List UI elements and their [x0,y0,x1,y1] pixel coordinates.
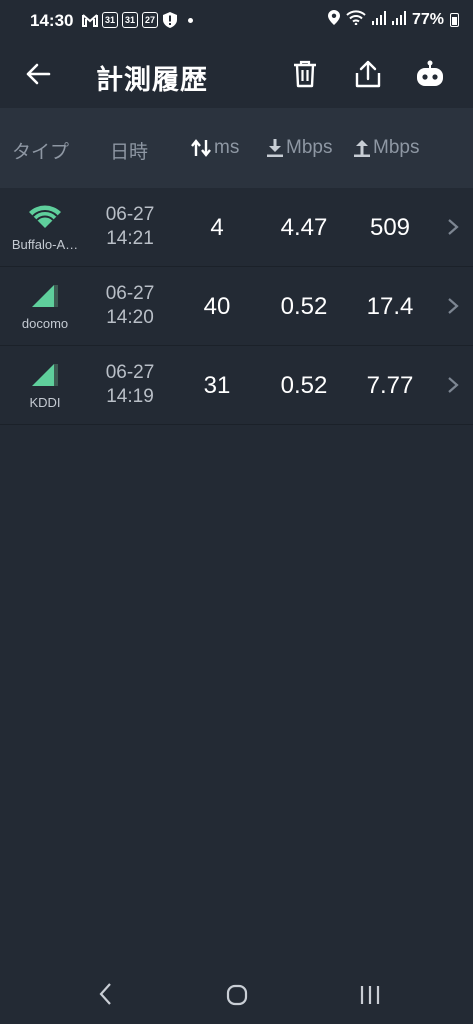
alert-shield-icon [162,12,178,28]
header-upload[interactable]: Mbps [353,137,419,159]
network-name: KDDI [29,395,61,410]
trash-icon [294,60,316,88]
measure-time: 14:20 [106,307,154,328]
battery-percent: 77% [411,11,444,28]
ping-value: 31 [203,372,231,399]
calendar-31-icon: 31 [102,12,118,28]
cellular-signal-icon [32,364,58,386]
history-row[interactable]: docomo 06-27 14:20 40 0.52 17.4 [0,267,473,346]
assistant-button[interactable] [412,56,448,92]
download-icon [267,139,283,157]
ping-value: 40 [203,293,231,320]
header-upload-label: Mbps [373,137,420,158]
calendar-31-icon: 31 [122,12,138,28]
app-bar: 計測履歴 [0,44,473,108]
upload-value: 7.77 [366,372,414,399]
measure-date: 06-27 [105,283,155,304]
wifi-status-icon [346,10,366,30]
system-nav-bar [0,964,473,1024]
signal-1-icon [371,10,386,30]
location-icon [327,10,340,30]
measure-time: 14:21 [106,228,154,249]
screen: 14:30 31 31 27 77% 計測履歴 タイプ 日時 ms Mbps M… [0,0,473,1024]
status-time: 14:30 [30,11,74,30]
nav-recents-button[interactable] [358,984,382,1006]
header-ping[interactable]: ms [190,137,239,159]
nav-home-button[interactable] [226,984,248,1006]
header-datetime-label: 日時 [110,142,149,163]
header-type[interactable]: タイプ [12,137,69,164]
ping-value: 4 [210,214,224,241]
history-row[interactable]: KDDI 06-27 14:19 31 0.52 7.77 [0,346,473,425]
download-value: 4.47 [280,214,328,241]
download-value: 0.52 [280,372,328,399]
chevron-right-icon [448,377,459,393]
network-name: docomo [21,316,69,331]
robot-icon [417,60,443,86]
table-header: タイプ 日時 ms Mbps Mbps [0,108,473,188]
page-title: 計測履歴 [96,65,208,95]
nav-back-button[interactable] [96,982,116,1006]
measure-date: 06-27 [105,362,155,383]
upload-value: 17.4 [366,293,414,320]
wifi-icon [29,205,61,228]
calendar-27-icon: 27 [142,12,158,28]
gmail-icon [82,12,98,28]
header-ping-label: ms [214,137,240,158]
upload-icon [354,140,370,157]
upload-value: 509 [369,214,411,241]
arrow-left-icon [26,63,51,85]
system-icons: 77% [327,10,459,30]
signal-2-icon [391,10,406,30]
header-download-label: Mbps [286,137,333,158]
notification-icons: 31 31 27 [82,12,193,28]
battery-icon [450,13,459,27]
header-download[interactable]: Mbps [266,137,332,159]
header-datetime[interactable]: 日時 [110,137,148,164]
measure-date: 06-27 [105,204,155,225]
header-type-label: タイプ [12,142,70,163]
back-button[interactable] [22,58,54,90]
measure-time: 14:19 [106,386,154,407]
status-bar: 14:30 31 31 27 77% [0,0,473,44]
history-list: Buffalo-A… 06-27 14:21 4 4.47 509 docomo… [0,188,473,425]
ping-arrows-icon [191,139,211,157]
chevron-right-icon [448,298,459,314]
delete-button[interactable] [287,56,323,92]
download-value: 0.52 [280,293,328,320]
chevron-right-icon [448,219,459,235]
cellular-signal-icon [32,285,58,307]
share-button[interactable] [350,56,386,92]
share-icon [355,60,381,88]
network-name: Buffalo-A… [11,237,79,252]
more-notifications-dot [188,17,193,23]
history-row[interactable]: Buffalo-A… 06-27 14:21 4 4.47 509 [0,188,473,267]
